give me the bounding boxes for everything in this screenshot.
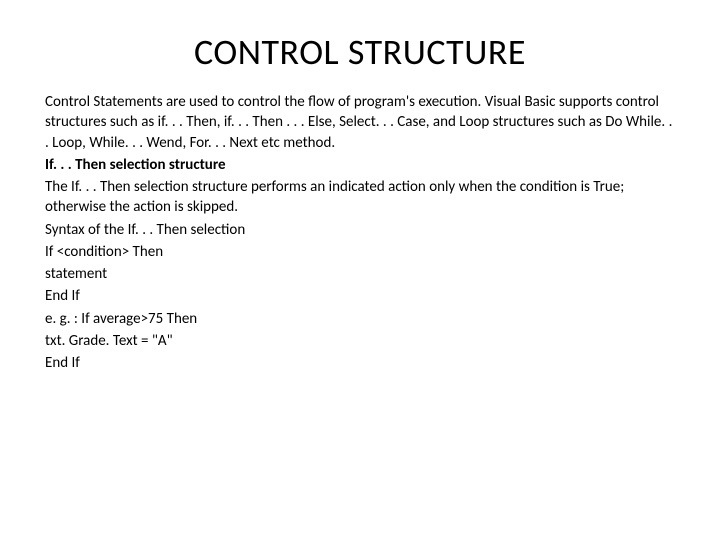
syntax-line-3: End If [45, 286, 675, 306]
paragraph-intro: Control Statements are used to control t… [45, 92, 675, 153]
example-line-3: End If [45, 353, 675, 373]
subheading-ifthen: If. . . Then selection structure [45, 155, 675, 175]
page-title: CONTROL STRUCTURE [45, 30, 675, 74]
example-line-2: txt. Grade. Text = "A" [45, 331, 675, 351]
paragraph-ifthen-desc: The If. . . Then selection structure per… [45, 177, 675, 218]
syntax-line-1: If <condition> Then [45, 242, 675, 262]
example-line-1: e. g. : If average>75 Then [45, 309, 675, 329]
syntax-label: Syntax of the If. . . Then selection [45, 220, 675, 240]
syntax-line-2: statement [45, 264, 675, 284]
body-content: Control Statements are used to control t… [45, 92, 675, 373]
